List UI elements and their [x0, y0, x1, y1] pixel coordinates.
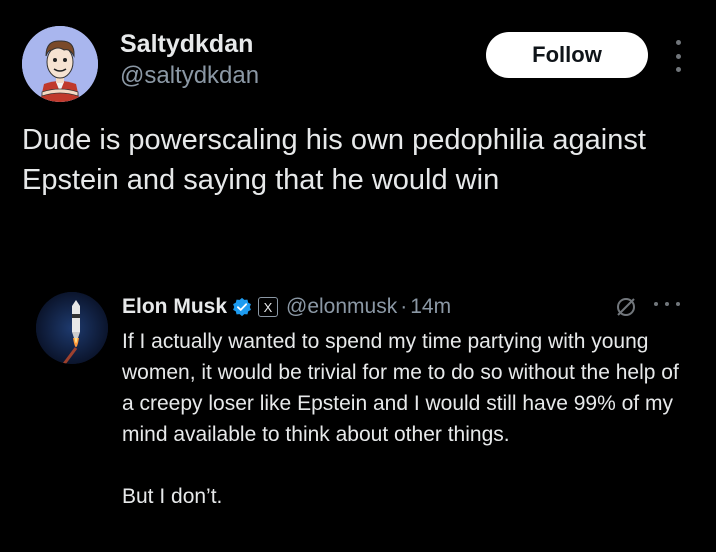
quoted-author-name[interactable]: Elon Musk — [122, 295, 227, 319]
quoted-post-more-icon[interactable] — [654, 300, 680, 308]
author-avatar[interactable] — [22, 26, 98, 102]
author-handle[interactable]: @saltydkdan — [120, 62, 259, 90]
quoted-paragraph: If I actually wanted to spend my time pa… — [122, 330, 679, 446]
dot — [654, 302, 658, 306]
quoted-paragraph: But I don’t. — [122, 485, 223, 508]
author-display-name[interactable]: Saltydkdan — [120, 30, 253, 59]
follow-button[interactable]: Follow — [486, 32, 648, 78]
rocket-avatar-icon — [36, 292, 108, 364]
quoted-paragraph-spacer — [122, 450, 682, 481]
dot — [675, 40, 681, 45]
quoted-post-timestamp[interactable]: 14m — [410, 295, 451, 319]
verified-badge-icon — [233, 297, 251, 317]
grok-icon[interactable] — [614, 295, 638, 319]
dot — [675, 67, 681, 72]
cartoon-man-avatar-icon — [22, 26, 98, 102]
separator-dot: · — [400, 295, 408, 318]
quoted-post-header: Elon Musk X @elonmusk · 14m — [122, 293, 451, 321]
post-text: Dude is powerscaling his own pedophilia … — [22, 124, 646, 196]
quoted-author-handle[interactable]: @elonmusk — [286, 295, 397, 319]
dot — [675, 53, 681, 59]
x-affiliation-badge: X — [258, 297, 279, 317]
quoted-author-avatar[interactable] — [36, 292, 108, 364]
dot — [665, 302, 669, 306]
quoted-post-text: If I actually wanted to spend my time pa… — [122, 326, 682, 512]
dot — [676, 302, 680, 306]
more-options-icon[interactable] — [670, 40, 686, 72]
